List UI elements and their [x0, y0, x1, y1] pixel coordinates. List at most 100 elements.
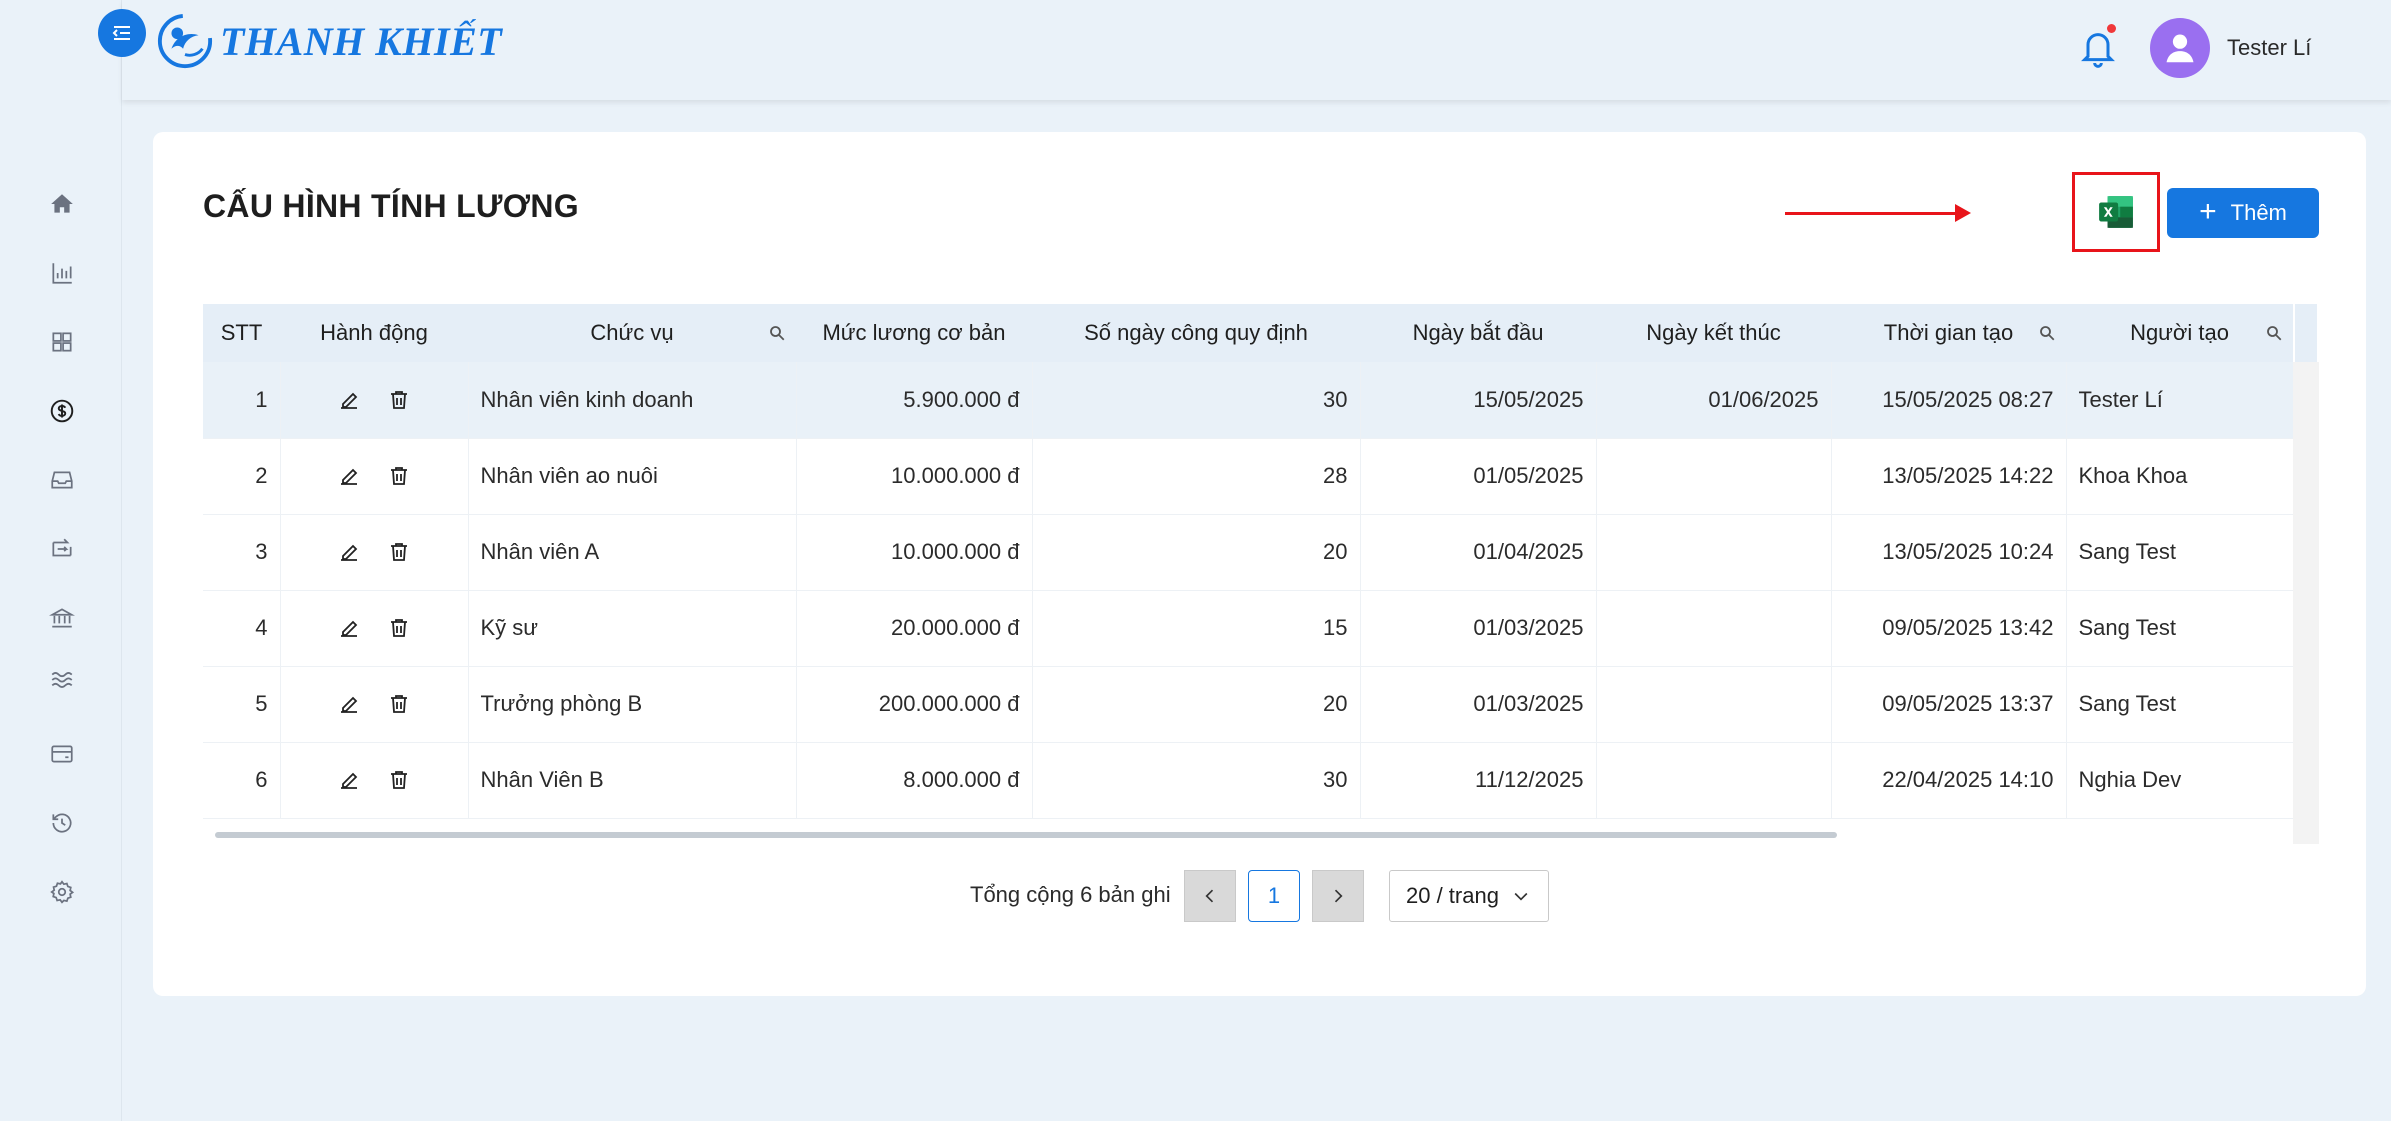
sidebar-item-pond[interactable] [44, 662, 80, 698]
bank-icon [49, 608, 75, 628]
table-row[interactable]: 6 Nhân Viên B 8.000.000 đ 30 11/12/2025 … [203, 742, 2294, 819]
col-header-position-label: Chức vụ [590, 320, 674, 345]
delete-button[interactable] [386, 691, 412, 717]
chevron-left-icon [1205, 889, 1214, 903]
add-button-label: Thêm [2230, 200, 2287, 225]
table-row[interactable]: 3 Nhân viên A 10.000.000 đ 20 01/04/2025… [203, 514, 2294, 591]
cell-end [1596, 590, 1832, 667]
col-header-actions: Hành động [280, 304, 468, 362]
cell-days: 30 [1032, 742, 1361, 819]
cell-actions [280, 438, 469, 515]
prev-page-button[interactable] [1184, 870, 1236, 922]
sidebar-item-reports[interactable] [44, 255, 80, 291]
horizontal-scrollbar[interactable] [215, 832, 1837, 838]
add-button[interactable]: + Thêm [2167, 188, 2319, 238]
edit-icon [341, 392, 358, 409]
cell-stt: 3 [203, 514, 281, 591]
notification-button[interactable] [2078, 24, 2118, 70]
sidebar-item-salary[interactable] [44, 393, 80, 429]
delete-button[interactable] [386, 387, 412, 413]
col-header-position[interactable]: Chức vụ [468, 304, 796, 362]
grid-icon [52, 332, 72, 352]
edit-button[interactable] [336, 463, 362, 489]
cell-days: 15 [1032, 590, 1361, 667]
user-name[interactable]: Tester Lí [2227, 35, 2311, 61]
page-size-select[interactable]: 20 / trang [1389, 870, 1549, 922]
salary-config-table: STT Hành động Chức vụ Mức lương cơ bản S… [203, 304, 2319, 844]
search-icon[interactable] [2038, 324, 2056, 342]
col-header-created-label: Thời gian tạo [1883, 320, 2014, 345]
cell-created: 09/05/2025 13:37 [1831, 666, 2067, 743]
cell-position: Nhân Viên B [468, 742, 797, 819]
trash-icon [391, 390, 407, 409]
cell-salary: 8.000.000 đ [796, 742, 1033, 819]
edit-icon [341, 468, 358, 485]
sidebar-item-inbox[interactable] [44, 462, 80, 498]
vertical-scrollbar[interactable] [2293, 362, 2319, 844]
col-header-created[interactable]: Thời gian tạo [1831, 304, 2066, 362]
edit-button[interactable] [336, 767, 362, 793]
cell-salary: 10.000.000 đ [796, 514, 1033, 591]
cell-created: 22/04/2025 14:10 [1831, 742, 2067, 819]
cell-end: 01/06/2025 [1596, 362, 1832, 439]
settings-icon [50, 880, 75, 904]
table-row[interactable]: 5 Trưởng phòng B 200.000.000 đ 20 01/03/… [203, 666, 2294, 743]
cell-created: 13/05/2025 14:22 [1831, 438, 2067, 515]
delete-button[interactable] [386, 539, 412, 565]
annotation-arrow-head [1955, 204, 1971, 222]
cell-creator: Tester Lí [2066, 362, 2294, 439]
excel-icon [2099, 196, 2133, 228]
cell-position: Kỹ sư [468, 590, 797, 667]
user-avatar[interactable] [2150, 18, 2210, 78]
delete-button[interactable] [386, 615, 412, 641]
cell-end [1596, 514, 1832, 591]
cell-end [1596, 666, 1832, 743]
next-page-button[interactable] [1312, 870, 1364, 922]
trash-icon [391, 619, 407, 637]
sidebar-item-settings[interactable] [44, 874, 80, 910]
brand-logo[interactable]: THANH KHIẾT [156, 12, 502, 70]
edit-button[interactable] [336, 615, 362, 641]
sidebar-item-dashboard[interactable] [44, 324, 80, 360]
col-header-end: Ngày kết thúc [1596, 304, 1831, 362]
sidebar-item-home[interactable] [44, 186, 80, 222]
cell-end [1596, 438, 1832, 515]
cell-stt: 1 [203, 362, 281, 439]
chevron-right-icon [1334, 889, 1343, 903]
user-icon [2166, 34, 2194, 63]
table-row[interactable]: 4 Kỹ sư 20.000.000 đ 15 01/03/2025 09/05… [203, 590, 2294, 667]
delete-button[interactable] [386, 463, 412, 489]
cell-stt: 4 [203, 590, 281, 667]
page-number-button[interactable]: 1 [1248, 870, 1300, 922]
export-excel-button[interactable] [2072, 172, 2160, 252]
table-row[interactable]: 1 Nhân viên kinh doanh 5.900.000 đ 30 15… [203, 362, 2294, 439]
edit-button[interactable] [336, 387, 362, 413]
brand-name: THANH KHIẾT [220, 18, 503, 64]
cell-days: 20 [1032, 514, 1361, 591]
sidebar-item-wallet[interactable] [44, 736, 80, 772]
table-row[interactable]: 2 Nhân viên ao nuôi 10.000.000 đ 28 01/0… [203, 438, 2294, 515]
col-header-creator[interactable]: Người tạo [2066, 304, 2293, 362]
col-header-salary: Mức lương cơ bản [796, 304, 1032, 362]
menu-toggle-button[interactable] [98, 9, 146, 57]
cell-position: Nhân viên ao nuôi [468, 438, 797, 515]
delete-button[interactable] [386, 767, 412, 793]
edit-icon [341, 544, 358, 561]
edit-button[interactable] [336, 691, 362, 717]
cell-stt: 2 [203, 438, 281, 515]
wallet-icon [51, 745, 73, 763]
trash-icon [391, 543, 407, 561]
search-icon[interactable] [768, 324, 786, 342]
cell-actions [280, 514, 469, 591]
edit-button[interactable] [336, 539, 362, 565]
content-card: CẤU HÌNH TÍNH LƯƠNG + Thêm STT Hành động [153, 132, 2366, 996]
home-icon [51, 194, 73, 213]
sidebar-item-bank[interactable] [44, 600, 80, 636]
col-header-creator-label: Người tạo [2130, 320, 2229, 345]
dollar-icon [50, 399, 74, 423]
search-icon[interactable] [2265, 324, 2283, 342]
col-header-start: Ngày bắt đầu [1360, 304, 1596, 362]
sidebar-item-transfer[interactable] [44, 531, 80, 567]
sidebar-item-history[interactable] [44, 805, 80, 841]
cell-start: 01/05/2025 [1360, 438, 1597, 515]
